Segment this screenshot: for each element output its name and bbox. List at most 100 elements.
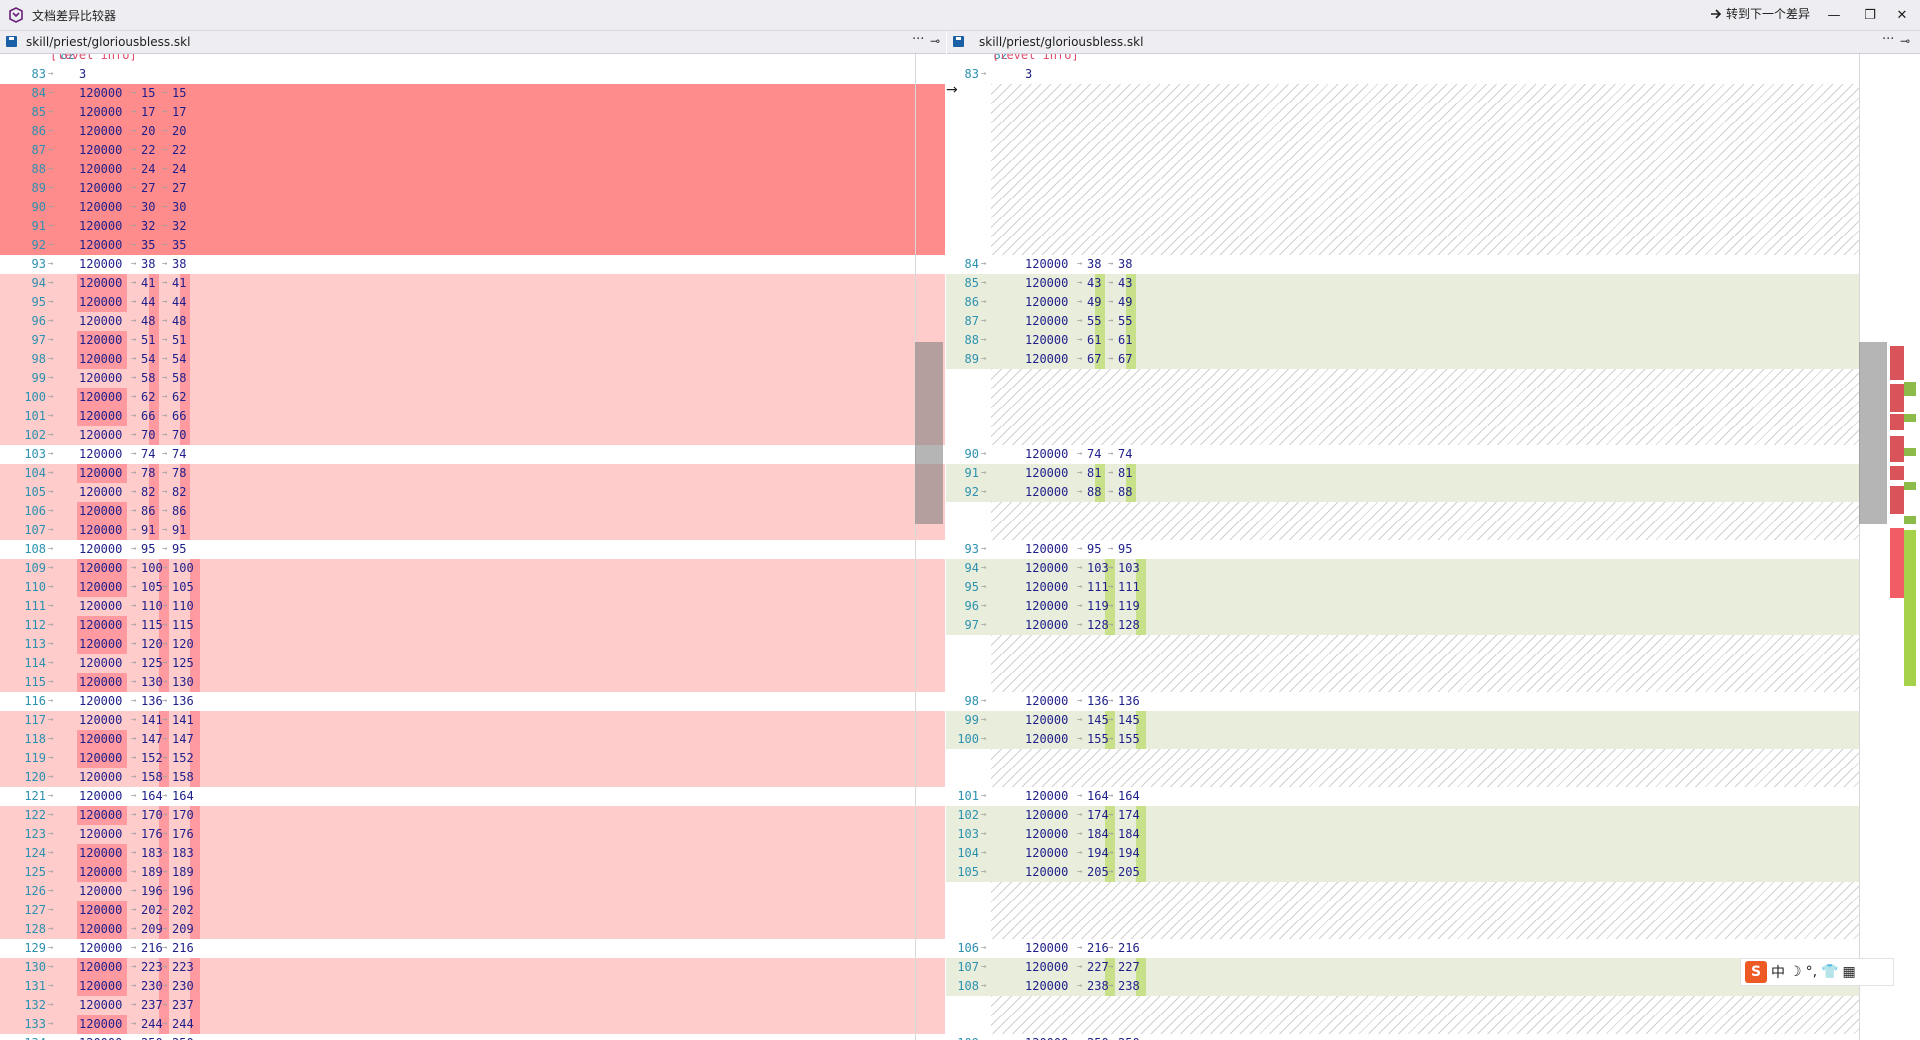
diff-line[interactable]: 87 → → → 120000 22 22: [0, 141, 945, 160]
diff-line[interactable]: 102 → → → 120000 174 174: [946, 806, 1859, 825]
diff-line[interactable]: 84 → → → 120000 15 15: [0, 84, 945, 103]
save-icon[interactable]: [953, 36, 964, 47]
diff-line[interactable]: 96 → → → 120000 119 119: [946, 597, 1859, 616]
diff-line[interactable]: 108 → → → 120000 238 238: [946, 977, 1859, 996]
diff-line[interactable]: 101 → → → 120000 66 66: [0, 407, 945, 426]
diff-line[interactable]: 84 → → → 120000 38 38: [946, 255, 1859, 274]
diff-line[interactable]: 97 → → → 120000 51 51: [0, 331, 945, 350]
ime-punct-icon[interactable]: °,: [1806, 964, 1817, 980]
diff-line[interactable]: 107 → → → 120000 91 91: [0, 521, 945, 540]
diff-line[interactable]: 133 → → → 120000 244 244: [0, 1015, 945, 1034]
diff-line[interactable]: 109→→→120000250250: [946, 1034, 1859, 1040]
diff-line[interactable]: 93 → → → 120000 38 38: [0, 255, 945, 274]
diff-line[interactable]: 103 → → → 120000 184 184: [946, 825, 1859, 844]
diff-line[interactable]: 127 → → → 120000 202 202: [0, 901, 945, 920]
diff-line[interactable]: 98 → → → 120000 136 136: [946, 692, 1859, 711]
diff-line[interactable]: 110 → → → 120000 105 105: [0, 578, 945, 597]
diff-line[interactable]: 106 → → → 120000 86 86: [0, 502, 945, 521]
diff-line[interactable]: 115 → → → 120000 130 130: [0, 673, 945, 692]
diff-line[interactable]: 105 → → → 120000 205 205: [946, 863, 1859, 882]
diff-line[interactable]: 99 → → → 120000 145 145: [946, 711, 1859, 730]
diff-line[interactable]: 97 → → → 120000 128 128: [946, 616, 1859, 635]
diff-line[interactable]: 122 → → → 120000 170 170: [0, 806, 945, 825]
ime-skin-icon[interactable]: 👕: [1821, 964, 1838, 980]
diff-line[interactable]: 134→→→120000250250: [0, 1034, 945, 1040]
restore-button[interactable]: ❐: [1852, 0, 1888, 30]
diff-line[interactable]: 100 → → → 120000 155 155: [946, 730, 1859, 749]
diff-line[interactable]: 131 → → → 120000 230 230: [0, 977, 945, 996]
diff-line[interactable]: 86 → → → 120000 49 49: [946, 293, 1859, 312]
diff-line[interactable]: 86 → → → 120000 20 20: [0, 122, 945, 141]
diff-line[interactable]: 120 → → → 120000 158 158: [0, 768, 945, 787]
diff-line[interactable]: 106 → → → 120000 216 216: [946, 939, 1859, 958]
diff-line[interactable]: 117 → → → 120000 141 141: [0, 711, 945, 730]
diff-line[interactable]: 116 → → → 120000 136 136: [0, 692, 945, 711]
diff-line[interactable]: 96 → → → 120000 48 48: [0, 312, 945, 331]
diff-line[interactable]: 112 → → → 120000 115 115: [0, 616, 945, 635]
diff-line[interactable]: 83 → 3: [946, 65, 1859, 84]
left-editor-pane[interactable]: 82 [level info] 83 → 3 84 → → → 120000 15 15 85 → → →…: [0, 54, 945, 1040]
diff-line[interactable]: 103 → → → 120000 74 74: [0, 445, 945, 464]
diff-line[interactable]: 104 → → → 120000 194 194: [946, 844, 1859, 863]
diff-line[interactable]: 108 → → → 120000 95 95: [0, 540, 945, 559]
left-scroll-thumb[interactable]: [915, 342, 943, 524]
left-pin-icon[interactable]: ⊸: [930, 34, 940, 48]
ime-moon-icon[interactable]: ☽: [1789, 964, 1802, 980]
diff-line[interactable]: 92 → → → 120000 88 88: [946, 483, 1859, 502]
save-icon[interactable]: [6, 36, 17, 47]
diff-line[interactable]: 98 → → → 120000 54 54: [0, 350, 945, 369]
diff-line[interactable]: 95 → → → 120000 44 44: [0, 293, 945, 312]
diff-line[interactable]: 89 → → → 120000 67 67: [946, 350, 1859, 369]
diff-line[interactable]: 104 → → → 120000 78 78: [0, 464, 945, 483]
diff-line[interactable]: 102 → → → 120000 70 70: [0, 426, 945, 445]
diff-line[interactable]: 93 → → → 120000 95 95: [946, 540, 1859, 559]
diff-line[interactable]: 99 → → → 120000 58 58: [0, 369, 945, 388]
diff-line[interactable]: 88 → → → 120000 24 24: [0, 160, 945, 179]
ime-logo-icon[interactable]: S: [1745, 961, 1767, 983]
diff-line[interactable]: 124 → → → 120000 183 183: [0, 844, 945, 863]
diff-line[interactable]: 123 → → → 120000 176 176: [0, 825, 945, 844]
right-more-button[interactable]: ···: [1882, 32, 1894, 47]
diff-line[interactable]: 101 → → → 120000 164 164: [946, 787, 1859, 806]
minimize-button[interactable]: —: [1816, 0, 1852, 30]
diff-line[interactable]: 119 → → → 120000 152 152: [0, 749, 945, 768]
right-scroll-thumb[interactable]: [1859, 342, 1887, 524]
close-button[interactable]: ✕: [1884, 0, 1920, 30]
diff-line[interactable]: 94 → → → 120000 41 41: [0, 274, 945, 293]
diff-line[interactable]: 121 → → → 120000 164 164: [0, 787, 945, 806]
next-diff-button[interactable]: 转到下一个差异: [1710, 5, 1810, 22]
diff-line[interactable]: 95 → → → 120000 111 111: [946, 578, 1859, 597]
diff-line[interactable]: 90 → → → 120000 30 30: [0, 198, 945, 217]
diff-line[interactable]: 105 → → → 120000 82 82: [0, 483, 945, 502]
diff-line[interactable]: 100 → → → 120000 62 62: [0, 388, 945, 407]
diff-line[interactable]: 125 → → → 120000 189 189: [0, 863, 945, 882]
ime-mode-toggle[interactable]: 中: [1771, 962, 1785, 982]
diff-line[interactable]: 107 → → → 120000 227 227: [946, 958, 1859, 977]
diff-line[interactable]: 128 → → → 120000 209 209: [0, 920, 945, 939]
diff-line[interactable]: 118 → → → 120000 147 147: [0, 730, 945, 749]
diff-line[interactable]: 109 → → → 120000 100 100: [0, 559, 945, 578]
diff-line[interactable]: 88 → → → 120000 61 61: [946, 331, 1859, 350]
ime-menu-icon[interactable]: ▦: [1842, 964, 1855, 980]
right-pin-icon[interactable]: ⊸: [1900, 34, 1910, 48]
right-editor-pane[interactable]: 82 [level info] → 83 → 3 84 → → → 120000 38 38 85 →…: [946, 54, 1890, 1040]
diff-line[interactable]: 126 → → → 120000 196 196: [0, 882, 945, 901]
diff-line[interactable]: 83 → 3: [0, 65, 945, 84]
diff-line[interactable]: 132 → → → 120000 237 237: [0, 996, 945, 1015]
diff-line[interactable]: 129 → → → 120000 216 216: [0, 939, 945, 958]
diff-line[interactable]: 90 → → → 120000 74 74: [946, 445, 1859, 464]
left-more-button[interactable]: ···: [912, 32, 924, 47]
diff-line[interactable]: 85 → → → 120000 43 43: [946, 274, 1859, 293]
diff-line[interactable]: 111 → → → 120000 110 110: [0, 597, 945, 616]
diff-line[interactable]: 89 → → → 120000 27 27: [0, 179, 945, 198]
diff-line[interactable]: 85 → → → 120000 17 17: [0, 103, 945, 122]
diff-line[interactable]: 114 → → → 120000 125 125: [0, 654, 945, 673]
diff-line[interactable]: 91 → → → 120000 32 32: [0, 217, 945, 236]
diff-line[interactable]: 94 → → → 120000 103 103: [946, 559, 1859, 578]
diff-line[interactable]: 87 → → → 120000 55 55: [946, 312, 1859, 331]
diff-line[interactable]: 113 → → → 120000 120 120: [0, 635, 945, 654]
diff-line[interactable]: 130 → → → 120000 223 223: [0, 958, 945, 977]
diff-line[interactable]: 91 → → → 120000 81 81: [946, 464, 1859, 483]
diff-line[interactable]: 92 → → → 120000 35 35: [0, 236, 945, 255]
ime-toolbar[interactable]: S 中 ☽ °, 👕 ▦: [1740, 958, 1894, 986]
